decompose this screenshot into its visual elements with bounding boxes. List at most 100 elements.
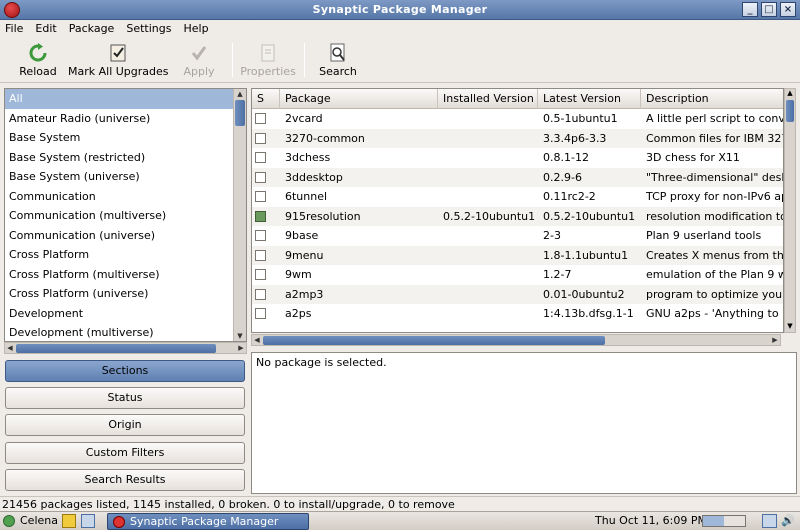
status-cell[interactable] — [252, 265, 280, 285]
status-cell[interactable] — [252, 148, 280, 168]
status-cell[interactable] — [252, 129, 280, 149]
search-results-button[interactable]: Search Results — [5, 469, 245, 491]
section-item[interactable]: Communication (universe) — [5, 226, 234, 246]
status-filter-button[interactable]: Status — [5, 387, 245, 409]
table-row[interactable]: a2ps 1:4.13b.dfsg.1-1 GNU a2ps - 'Anything… — [252, 304, 783, 324]
table-row[interactable]: 915resolution 0.5.2-10ubuntu1 0.5.2-10ubun… — [252, 206, 783, 227]
status-cell[interactable] — [252, 109, 280, 129]
sections-horizontal-scrollbar[interactable]: ◀ ▶ — [4, 342, 247, 354]
volume-icon[interactable]: 🔊 — [781, 514, 795, 528]
scroll-thumb[interactable] — [16, 344, 216, 353]
installed-version-cell — [438, 148, 538, 168]
status-cell[interactable] — [252, 226, 280, 246]
package-checkbox[interactable] — [255, 269, 266, 280]
taskbar-window-button[interactable]: Synaptic Package Manager — [107, 513, 309, 530]
workspace-switcher[interactable] — [702, 515, 746, 527]
maximize-button[interactable]: □ — [761, 2, 777, 17]
reload-button[interactable]: Reload — [14, 38, 62, 83]
scroll-thumb[interactable] — [786, 100, 794, 122]
section-item[interactable]: Communication — [5, 187, 234, 207]
close-button[interactable]: × — [780, 2, 796, 17]
package-checkbox[interactable] — [255, 152, 266, 163]
package-checkbox[interactable] — [255, 249, 266, 261]
status-cell[interactable] — [252, 187, 280, 207]
desktop-launcher-icon[interactable] — [81, 514, 95, 528]
scroll-right-arrow-icon[interactable]: ▶ — [236, 343, 246, 353]
table-row[interactable]: 6tunnel 0.11rc2-2 TCP proxy for non-IPv6 a… — [252, 187, 783, 207]
search-button[interactable]: Search — [316, 38, 360, 83]
package-checkbox[interactable] — [255, 113, 266, 124]
column-package[interactable]: Package — [280, 89, 438, 109]
section-item[interactable]: Cross Platform (multiverse) — [5, 265, 234, 285]
table-row[interactable]: 9menu 1.8-1.1ubuntu1 Creates X menus from … — [252, 245, 783, 266]
user-name[interactable]: Celena — [20, 514, 58, 527]
scroll-left-arrow-icon[interactable]: ◀ — [252, 335, 262, 345]
menu-settings[interactable]: Settings — [126, 20, 171, 37]
sections-list[interactable]: All Amateur Radio (universe) Base System… — [4, 88, 247, 342]
origin-filter-button[interactable]: Origin — [5, 414, 245, 436]
text-editor-launcher-icon[interactable] — [62, 514, 76, 528]
section-item[interactable]: Cross Platform (universe) — [5, 284, 234, 304]
apply-button[interactable]: Apply — [178, 38, 220, 83]
scroll-up-arrow-icon[interactable]: ▲ — [785, 89, 795, 99]
menu-file[interactable]: File — [5, 20, 23, 37]
section-item[interactable]: Base System (restricted) — [5, 148, 234, 168]
mark-all-upgrades-button[interactable]: Mark All Upgrades — [68, 38, 169, 83]
installed-checkbox[interactable] — [255, 210, 266, 222]
scroll-down-arrow-icon[interactable]: ▼ — [785, 322, 795, 332]
minimize-button[interactable]: _ — [742, 2, 758, 17]
package-checkbox[interactable] — [255, 230, 266, 241]
table-row[interactable]: 9wm 1.2-7 emulation of the Plan 9 win — [252, 265, 783, 285]
menu-edit[interactable]: Edit — [35, 20, 56, 37]
sections-vertical-scrollbar[interactable]: ▲ ▼ — [233, 89, 246, 341]
table-row[interactable]: a2mp3 0.01-0ubuntu2 program to optimize yo… — [252, 284, 783, 305]
user-status-icon[interactable] — [3, 515, 15, 527]
table-row[interactable]: 3270-common 3.3.4p6-3.3 Common files for I… — [252, 128, 783, 149]
clock[interactable]: Thu Oct 11, 6:09 PM — [595, 514, 707, 527]
package-checkbox[interactable] — [255, 171, 266, 183]
status-cell[interactable] — [252, 207, 280, 227]
properties-button[interactable]: Properties — [240, 38, 296, 83]
section-item[interactable]: Cross Platform — [5, 245, 234, 265]
menu-help[interactable]: Help — [183, 20, 208, 37]
package-vertical-scrollbar[interactable]: ▲ ▼ — [784, 88, 796, 333]
scroll-thumb[interactable] — [235, 100, 245, 126]
package-horizontal-scrollbar[interactable]: ◀ ▶ — [251, 334, 781, 346]
package-table[interactable]: S Package Installed Version Latest Versi… — [251, 88, 784, 333]
package-name-cell: 9wm — [285, 268, 312, 281]
custom-filters-button[interactable]: Custom Filters — [5, 442, 245, 464]
section-item[interactable]: Amateur Radio (universe) — [5, 109, 234, 129]
scroll-down-arrow-icon[interactable]: ▼ — [234, 331, 246, 341]
package-checkbox[interactable] — [255, 308, 266, 319]
table-row[interactable]: 3dchess 0.8.1-12 3D chess for X11 — [252, 148, 783, 168]
column-installed-version[interactable]: Installed Version — [438, 89, 538, 109]
scroll-thumb[interactable] — [263, 336, 605, 345]
table-row[interactable]: 3ddesktop 0.2.9-6 "Three-dimensional" desk… — [252, 167, 783, 188]
sections-filter-button[interactable]: Sections — [5, 360, 245, 382]
installed-version-cell — [438, 226, 538, 246]
network-icon[interactable] — [762, 514, 777, 528]
status-cell[interactable] — [252, 168, 280, 188]
column-description[interactable]: Description — [641, 89, 783, 109]
status-cell[interactable] — [252, 304, 280, 324]
section-item[interactable]: Communication (multiverse) — [5, 206, 234, 226]
table-row[interactable]: 9base 2-3 Plan 9 userland tools — [252, 226, 783, 246]
scroll-left-arrow-icon[interactable]: ◀ — [5, 343, 15, 353]
section-item[interactable]: Base System (universe) — [5, 167, 234, 187]
menu-package[interactable]: Package — [69, 20, 115, 37]
column-latest-version[interactable]: Latest Version — [538, 89, 641, 109]
status-cell[interactable] — [252, 285, 280, 305]
section-item-all[interactable]: All — [5, 89, 234, 109]
section-item[interactable]: Base System — [5, 128, 234, 148]
installed-version-cell: 0.5.2-10ubuntu1 — [443, 209, 536, 223]
package-checkbox[interactable] — [255, 191, 266, 202]
package-checkbox[interactable] — [255, 288, 266, 300]
section-item[interactable]: Development (multiverse) — [5, 323, 234, 341]
table-row[interactable]: 2vcard 0.5-1ubuntu1 A little perl script t… — [252, 109, 783, 129]
column-status[interactable]: S — [252, 89, 280, 109]
scroll-up-arrow-icon[interactable]: ▲ — [234, 89, 246, 99]
package-checkbox[interactable] — [255, 132, 266, 144]
scroll-right-arrow-icon[interactable]: ▶ — [770, 335, 780, 345]
section-item[interactable]: Development — [5, 304, 234, 324]
status-cell[interactable] — [252, 246, 280, 266]
